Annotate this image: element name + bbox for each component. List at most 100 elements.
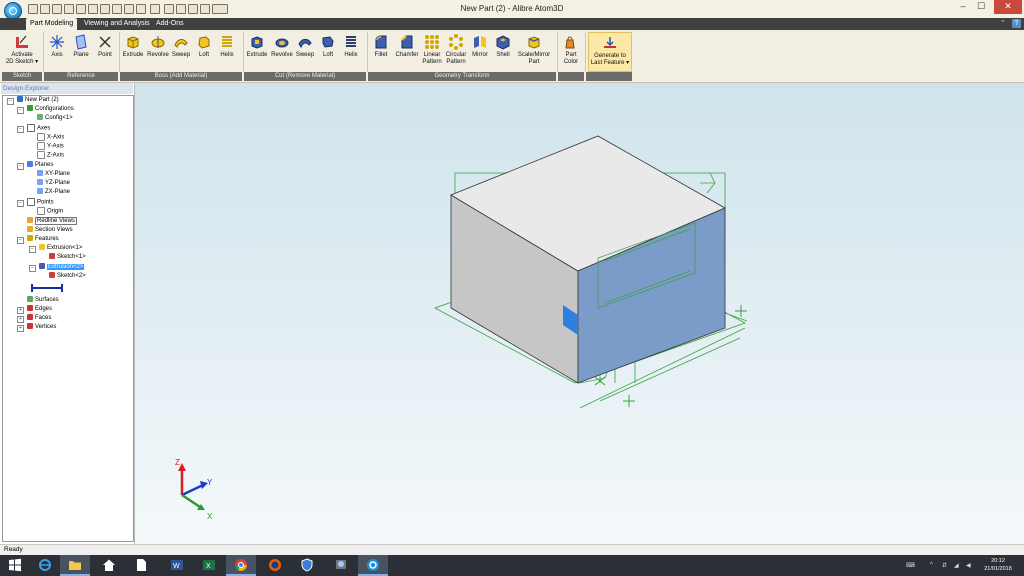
model-scene[interactable] bbox=[135, 83, 1024, 544]
tree-item-section-views[interactable]: Section Views bbox=[27, 226, 73, 235]
window-title: New Part (2) - Alibre Atom3D bbox=[460, 4, 564, 13]
taskbar-security[interactable] bbox=[292, 555, 322, 576]
rollback-bar-icon[interactable] bbox=[29, 283, 65, 293]
boss-revolve-button[interactable]: Revolve bbox=[146, 32, 170, 59]
point-button[interactable]: Point bbox=[94, 32, 116, 59]
wifi-icon[interactable]: ◢ bbox=[954, 562, 959, 569]
part-color-button[interactable]: Part Color bbox=[559, 32, 583, 66]
firefox-icon bbox=[269, 559, 281, 571]
tree-item-extrusion-2[interactable]: Extrusion<2> bbox=[39, 263, 85, 272]
axis-icon bbox=[50, 35, 64, 49]
tree-item-features[interactable]: Features bbox=[27, 235, 59, 244]
mirror-button[interactable]: Mirror bbox=[468, 32, 492, 59]
cut-loft-button[interactable]: Loft bbox=[317, 32, 339, 59]
tree-item-config-1[interactable]: Config<1> bbox=[37, 114, 73, 123]
tree-item-sketch-2[interactable]: Sketch<2> bbox=[49, 272, 86, 281]
axis-button[interactable]: Axis bbox=[46, 32, 68, 59]
collapse-toggle[interactable]: − bbox=[17, 126, 24, 133]
boss-loft-button[interactable]: Loft bbox=[193, 32, 215, 59]
cut-revolve-button[interactable]: Revolve bbox=[270, 32, 294, 59]
activate-2d-sketch-button[interactable]: Activate 2D Sketch ▾ bbox=[4, 32, 40, 66]
taskbar-chrome[interactable] bbox=[226, 555, 256, 576]
network-icon[interactable]: ⇵ bbox=[942, 562, 947, 569]
3d-viewport[interactable]: Z Y X bbox=[135, 83, 1024, 544]
collapse-toggle[interactable]: − bbox=[17, 163, 24, 170]
collapse-ribbon-icon[interactable]: ⌃ bbox=[1000, 19, 1006, 27]
boss-helix-button[interactable]: Helix bbox=[216, 32, 238, 59]
tree-item-x-axis[interactable]: X-Axis bbox=[37, 133, 64, 142]
taskbar-file-explorer[interactable] bbox=[60, 555, 90, 576]
cut-revolve-icon bbox=[275, 38, 289, 48]
design-explorer-title: Design Explorer bbox=[1, 83, 133, 94]
title-bar: New Part (2) - Alibre Atom3D – ☐ ✕ bbox=[0, 0, 1024, 20]
tree-item-extrusion-1[interactable]: Extrusion<1> bbox=[39, 244, 82, 253]
tree-item-z-axis[interactable]: Z-Axis bbox=[37, 151, 64, 160]
tree-item-vertices[interactable]: Vertices bbox=[27, 323, 56, 332]
tree-item-configurations[interactable]: Configurations bbox=[27, 105, 74, 114]
collapse-toggle[interactable]: − bbox=[17, 237, 24, 244]
svg-text:W: W bbox=[173, 563, 180, 570]
tree-item-points[interactable]: Points bbox=[27, 198, 54, 207]
taskbar-clock[interactable]: 20:12 21/01/2018 bbox=[976, 557, 1020, 573]
collapse-toggle[interactable]: − bbox=[17, 200, 24, 207]
maximize-button[interactable]: ☐ bbox=[972, 0, 990, 14]
design-explorer-tree[interactable]: − New Part (2) − Configurations Config<1… bbox=[2, 95, 134, 542]
tree-item-zx-plane[interactable]: ZX-Plane bbox=[37, 188, 70, 197]
tree-item-part[interactable]: New Part (2) bbox=[17, 96, 59, 105]
expand-toggle[interactable]: + bbox=[17, 325, 24, 332]
close-button[interactable]: ✕ bbox=[994, 0, 1022, 14]
taskbar-home[interactable] bbox=[94, 555, 124, 576]
tree-item-redline-views[interactable]: Redline Views bbox=[27, 217, 77, 226]
cut-sweep-button[interactable]: Sweep bbox=[294, 32, 316, 59]
boss-extrude-button[interactable]: Extrude bbox=[121, 32, 145, 59]
minimize-button[interactable]: – bbox=[954, 0, 972, 14]
taskbar-alibre[interactable] bbox=[358, 555, 388, 576]
tree-item-origin[interactable]: Origin bbox=[37, 207, 63, 216]
tree-item-sketch-1[interactable]: Sketch<1> bbox=[49, 253, 86, 262]
collapse-toggle[interactable]: − bbox=[29, 246, 36, 253]
start-button[interactable] bbox=[0, 555, 30, 576]
tree-item-surfaces[interactable]: Surfaces bbox=[27, 296, 59, 305]
volume-icon[interactable]: ◀ bbox=[966, 562, 971, 569]
taskbar-firefox[interactable] bbox=[260, 555, 290, 576]
tree-item-planes[interactable]: Planes bbox=[27, 161, 53, 170]
taskbar-app[interactable] bbox=[326, 555, 356, 576]
generate-to-last-feature-button[interactable]: Generate to Last Feature ▾ bbox=[588, 32, 632, 72]
expand-toggle[interactable]: + bbox=[17, 316, 24, 323]
tray-chevron[interactable]: ^ bbox=[930, 562, 933, 568]
scale-mirror-part-button[interactable]: Scale/Mirror Part bbox=[514, 32, 554, 66]
taskbar-excel[interactable]: X bbox=[194, 555, 224, 576]
tree-item-yz-plane[interactable]: YZ-Plane bbox=[37, 179, 70, 188]
cut-extrude-button[interactable]: Extrude bbox=[245, 32, 269, 59]
shell-button[interactable]: Shell bbox=[492, 32, 514, 59]
tree-item-axes[interactable]: Axes bbox=[27, 124, 50, 133]
plane-icon bbox=[37, 179, 43, 186]
axis-icon bbox=[37, 142, 45, 150]
tree-item-edges[interactable]: Edges bbox=[27, 305, 52, 314]
collapse-toggle[interactable]: − bbox=[29, 265, 36, 272]
collapse-toggle[interactable]: − bbox=[17, 107, 24, 114]
fillet-button[interactable]: Fillet bbox=[369, 32, 393, 59]
chamfer-button[interactable]: Chamfer bbox=[393, 32, 421, 59]
collapse-toggle[interactable]: − bbox=[7, 98, 14, 105]
tree-item-xy-plane[interactable]: XY-Plane bbox=[37, 170, 70, 179]
orientation-triad[interactable]: Z Y X bbox=[165, 455, 225, 525]
plane-button[interactable]: Plane bbox=[70, 32, 92, 59]
taskbar-word[interactable]: W bbox=[162, 555, 192, 576]
ribbon-separator bbox=[557, 32, 558, 72]
tree-item-y-axis[interactable]: Y-Axis bbox=[37, 142, 64, 151]
expand-toggle[interactable]: + bbox=[17, 307, 24, 314]
taskbar-internet-explorer[interactable] bbox=[30, 555, 60, 576]
tab-viewing-and-analysis[interactable]: Viewing and Analysis bbox=[80, 18, 154, 30]
linear-pattern-button[interactable]: Linear Pattern bbox=[421, 32, 443, 66]
circular-pattern-button[interactable]: Circular Pattern bbox=[444, 32, 468, 66]
keyboard-icon[interactable]: ⌨ bbox=[906, 562, 915, 569]
taskbar-document[interactable] bbox=[126, 555, 156, 576]
boss-sweep-button[interactable]: Sweep bbox=[170, 32, 192, 59]
tab-part-modeling[interactable]: Part Modeling bbox=[26, 18, 78, 30]
tree-item-faces[interactable]: Faces bbox=[27, 314, 51, 323]
faces-icon bbox=[27, 314, 33, 321]
help-icon[interactable]: ? bbox=[1012, 19, 1021, 28]
cut-helix-button[interactable]: Helix bbox=[340, 32, 362, 59]
tab-add-ons[interactable]: Add-Ons bbox=[152, 18, 188, 30]
